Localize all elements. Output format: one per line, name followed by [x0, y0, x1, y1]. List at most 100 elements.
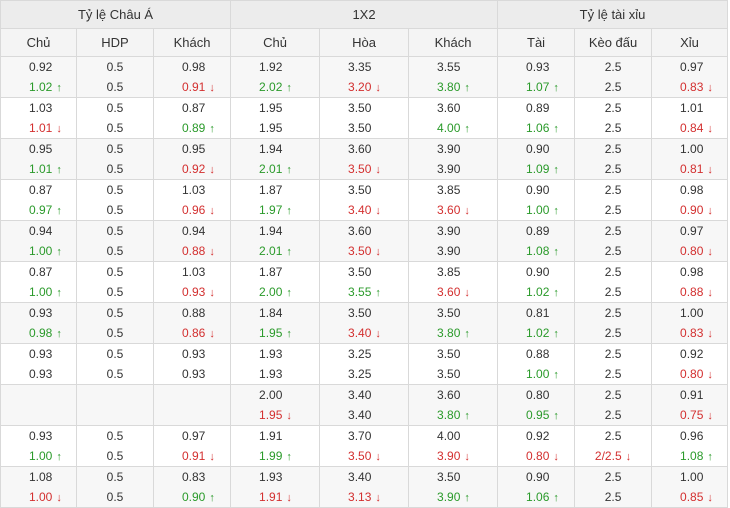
odds-cell: 0.93 0.93: [0, 343, 77, 385]
odds-value: 3.50: [348, 183, 372, 197]
odds-value: 2.5: [604, 265, 622, 279]
odds-value: 0.81: [526, 306, 550, 320]
opening-odds: 2.5: [575, 467, 651, 487]
odds-value: 3.50: [348, 244, 372, 258]
current-odds: 1.01 ↑: [1, 159, 76, 179]
odds-cell: 0.90 1.00 ↑: [497, 179, 576, 221]
odds-value: 0.87: [29, 265, 53, 279]
odds-cell: 1.08 1.00 ↓: [0, 466, 77, 508]
odds-cell: 3.25 3.25: [319, 343, 410, 385]
arrow-down-icon: ↓: [375, 164, 381, 176]
odds-cell: 1.03 1.01 ↓: [0, 97, 77, 139]
odds-cell: 0.5 0.5: [76, 138, 154, 180]
odds-value: 0.97: [29, 203, 53, 217]
current-odds: 3.80 ↑: [409, 405, 497, 425]
odds-cell: 2.5 2.5: [574, 261, 653, 303]
odds-value: 1.00: [680, 306, 704, 320]
odds-cell: 0.91 0.75 ↓: [651, 384, 729, 426]
odds-value: 3.60: [437, 203, 461, 217]
odds-value: 3.90: [437, 162, 461, 176]
odds-value: 0.5: [106, 162, 124, 176]
odds-cell: 3.85 3.60 ↓: [408, 179, 499, 221]
odds-value: 0.91: [182, 80, 206, 94]
opening-odds: 0.5: [77, 426, 153, 446]
current-odds: 0.5: [77, 241, 153, 261]
arrow-down-icon: ↓: [209, 451, 215, 463]
arrow-up-icon: ↑: [464, 410, 470, 422]
odds-cell: 0.5 0.5: [76, 343, 154, 385]
arrow-up-icon: ↑: [56, 246, 62, 258]
odds-cell: 3.90 3.90: [408, 220, 499, 262]
odds-value: 3.85: [437, 183, 461, 197]
odds-row: 0.94 1.00 ↑ 0.5 0.5 0.94 0.88 ↓ 1.94 2.01 ↑ 3.60 3.5…: [0, 220, 729, 262]
opening-odds: 0.97: [154, 426, 230, 446]
odds-cell: 3.50 3.90 ↑: [408, 466, 499, 508]
odds-value: 0.5: [106, 142, 124, 156]
current-odds: 2.5: [575, 241, 651, 261]
arrow-down-icon: ↓: [375, 82, 381, 94]
odds-value: 0.90: [526, 470, 550, 484]
odds-value: 3.90: [437, 490, 461, 504]
current-odds: 1.93: [231, 364, 319, 384]
odds-value: 0.81: [680, 162, 704, 176]
arrow-down-icon: ↓: [209, 246, 215, 258]
odds-value: 0.98: [680, 183, 704, 197]
odds-value: 0.88: [182, 244, 206, 258]
odds-value: 1.93: [259, 470, 283, 484]
odds-value: 0.80: [680, 367, 704, 381]
arrow-down-icon: ↓: [707, 205, 713, 217]
arrow-down-icon: ↓: [286, 410, 292, 422]
odds-value: 0.5: [106, 224, 124, 238]
odds-value: 0.90: [182, 490, 206, 504]
opening-odds: 1.01: [652, 98, 727, 118]
odds-value: 0.93: [29, 367, 53, 381]
current-odds: 1.08 ↑: [652, 446, 727, 466]
col-1x2-draw: Hòa: [319, 28, 410, 57]
opening-odds: 0.90: [498, 467, 574, 487]
odds-cell: 0.80 0.95 ↑: [497, 384, 576, 426]
odds-value: 3.60: [437, 101, 461, 115]
current-odds: 3.60 ↓: [409, 282, 497, 302]
odds-cell: 1.93 1.93: [230, 343, 321, 385]
odds-row: 0.87 0.97 ↑ 0.5 0.5 1.03 0.96 ↓ 1.87 1.97 ↑ 3.50 3.4…: [0, 179, 729, 221]
odds-value: 3.50: [348, 265, 372, 279]
odds-value: 0.97: [680, 60, 704, 74]
odds-cell: 0.90 1.06 ↑: [497, 466, 576, 508]
arrow-up-icon: ↑: [375, 287, 381, 299]
odds-cell: 3.50 3.40 ↓: [319, 179, 410, 221]
opening-odds: 2.5: [575, 303, 651, 323]
odds-cell: 0.87 1.00 ↑: [0, 261, 77, 303]
opening-odds: 2.5: [575, 139, 651, 159]
odds-cell: 0.93 0.98 ↑: [0, 302, 77, 344]
odds-value: 2.5: [604, 429, 622, 443]
arrow-up-icon: ↑: [56, 205, 62, 217]
opening-odds: 3.50: [320, 180, 408, 200]
opening-odds: 3.40: [320, 385, 408, 405]
odds-cell: 3.35 3.20 ↓: [319, 56, 410, 98]
current-odds: 3.50: [320, 118, 408, 138]
arrow-down-icon: ↓: [209, 82, 215, 94]
opening-odds: 1.94: [231, 221, 319, 241]
odds-cell: 0.81 1.02 ↑: [497, 302, 576, 344]
opening-odds: 0.95: [154, 139, 230, 159]
odds-value: 3.50: [437, 470, 461, 484]
opening-odds: 1.03: [154, 180, 230, 200]
opening-odds: 0.95: [1, 139, 76, 159]
odds-value: 3.50: [437, 367, 461, 381]
odds-value: 1.01: [29, 121, 53, 135]
odds-value: 3.70: [348, 429, 372, 443]
odds-value: 0.5: [106, 121, 124, 135]
col-asian-home: Chủ: [0, 28, 77, 57]
current-odds: 0.5: [77, 446, 153, 466]
opening-odds: 1.08: [1, 467, 76, 487]
current-odds: 1.00 ↓: [1, 487, 76, 507]
arrow-down-icon: ↓: [707, 492, 713, 504]
odds-value: 0.5: [106, 490, 124, 504]
current-odds: 2/2.5 ↓: [575, 446, 651, 466]
odds-cell: 3.60 4.00 ↑: [408, 97, 499, 139]
opening-odds: 1.92: [231, 57, 319, 77]
odds-cell: 1.93 1.91 ↓: [230, 466, 321, 508]
opening-odds: 0.89: [498, 98, 574, 118]
odds-value: 3.50: [348, 101, 372, 115]
odds-value: 3.40: [348, 326, 372, 340]
